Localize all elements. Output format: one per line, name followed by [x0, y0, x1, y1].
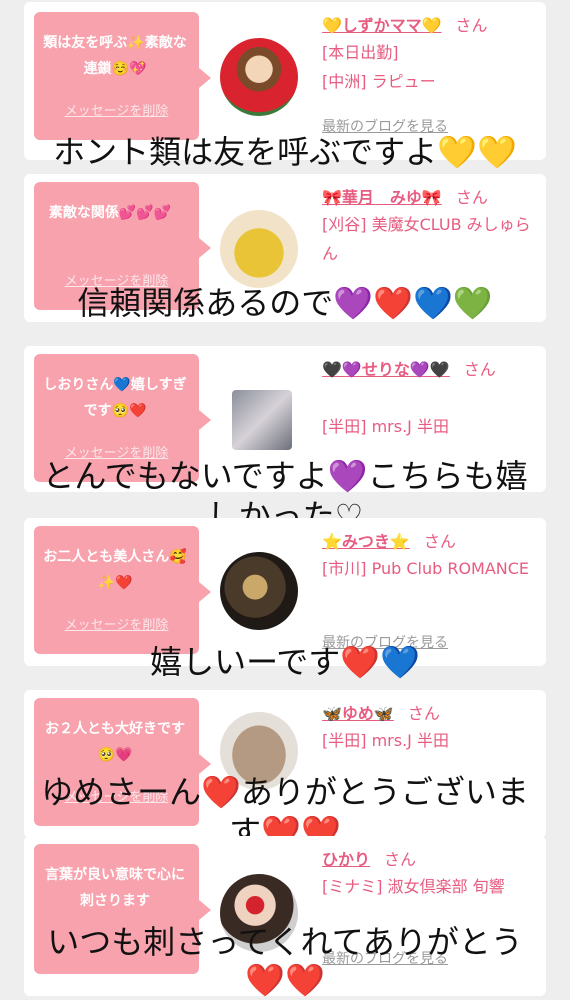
cast-name-link[interactable]: 💛しずかママ💛: [322, 16, 442, 35]
caption-overlay: 嬉しいーです❤️💙: [150, 643, 420, 681]
caption-overlay: ゆめさーん❤️ありがとうございま: [41, 773, 529, 811]
message-bubble: お二人とも美人さん🥰✨❤️ メッセージを削除: [34, 526, 211, 654]
delete-message-link[interactable]: メッセージを削除: [34, 100, 199, 119]
cast-name-link[interactable]: ひかり: [322, 850, 370, 869]
honorific: さん: [455, 188, 488, 207]
cast-shop: [市川] Pub Club ROMANCE: [322, 559, 530, 578]
cast-name-link[interactable]: 🦋ゆめ🦋: [322, 704, 394, 723]
cast-shop: [中洲] ラピュー: [322, 72, 436, 91]
message-bubble: 類は友を呼ぶ✨素敵な連鎖☺️💖 メッセージを削除: [34, 12, 211, 140]
honorific: さん: [423, 532, 456, 551]
avatar[interactable]: [232, 390, 292, 450]
avatar[interactable]: [220, 552, 298, 630]
message-text: 類は友を呼ぶ✨素敵な連鎖☺️💖: [43, 35, 187, 77]
cast-name-link[interactable]: ⭐️みつき⭐️: [322, 532, 410, 551]
message-text: 素敵な関係💕💕💕: [48, 205, 172, 221]
caption-overlay: ホント類は友を呼ぶですよ💛💛: [53, 133, 517, 171]
caption-overlay: いつも刺さってくれてありがとう: [47, 923, 523, 961]
honorific: さん: [463, 360, 496, 379]
caption-overlay: とんでもないですよ💜こちらも嬉: [42, 457, 528, 495]
honorific: さん: [384, 850, 417, 869]
message-text: 言葉が良い意味で心に刺さります: [45, 867, 185, 909]
message-text: お２人とも大好きです🥺💗: [45, 721, 185, 763]
honorific: さん: [407, 704, 440, 723]
delete-message-link[interactable]: メッセージを削除: [34, 614, 199, 633]
cast-shop: [刈谷] 美魔女CLUB みしゅらん: [322, 215, 531, 263]
cast-shop: [半田] mrs.J 半田: [322, 417, 449, 436]
cast-name-link[interactable]: 🖤💜せりな💜🖤: [322, 360, 450, 379]
cast-shop: [ミナミ] 淑女倶楽部 旬響: [322, 877, 505, 896]
avatar[interactable]: [220, 38, 298, 116]
cast-status: [本日出勤]: [322, 43, 399, 62]
caption-overlay: ❤️❤️: [245, 961, 325, 999]
message-text: お二人とも美人さん🥰✨❤️: [43, 549, 187, 591]
honorific: さん: [455, 16, 488, 35]
avatar[interactable]: [220, 210, 298, 288]
cast-name-link[interactable]: 🎀華月 みゆ🎀: [322, 188, 442, 207]
cast-shop: [半田] mrs.J 半田: [322, 731, 449, 750]
message-text: しおりさん💙嬉しすぎです🥺❤️: [43, 377, 187, 419]
caption-overlay: 信頼関係あるので💜❤️💙💚: [77, 284, 493, 322]
